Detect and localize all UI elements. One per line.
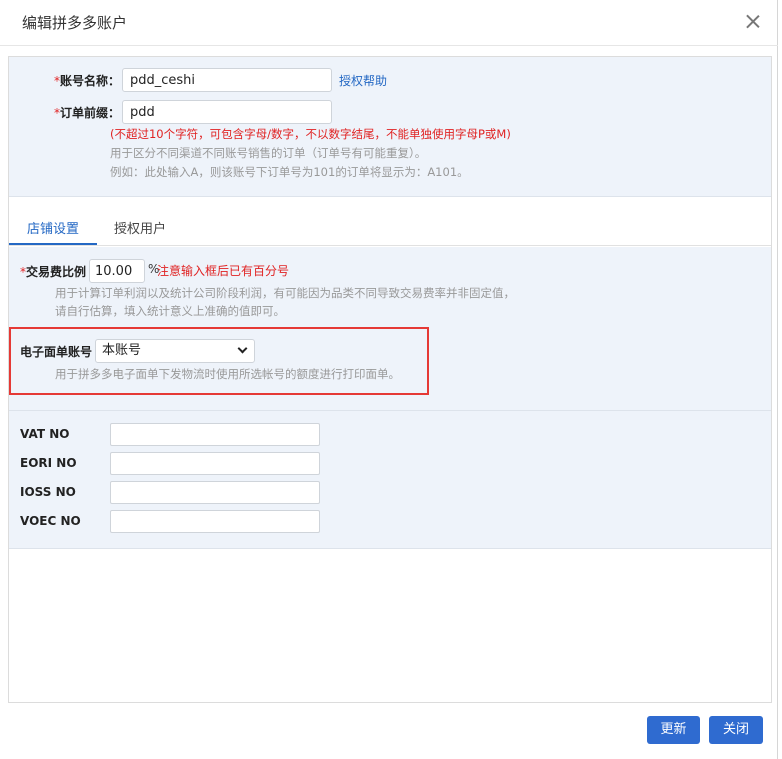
chevron-down-icon	[237, 343, 248, 354]
eorder-account-label: 电子面单账号	[20, 345, 93, 359]
dialog-body: *账号名称： 授权帮助 *订单前缀： (不超过10个字符，可包含字母/数字，不以…	[8, 56, 772, 703]
fee-hint-text: 用于计算订单利润以及统计公司阶段利润，有可能因为品类不同导致交易费率并非固定值，	[55, 286, 515, 300]
eorder-account-select[interactable]: 本账号	[95, 339, 255, 363]
order-prefix-input[interactable]	[122, 100, 332, 124]
auth-help-link[interactable]: 授权帮助	[339, 72, 387, 89]
fee-ratio-label: *交易费比例	[20, 265, 87, 279]
close-button[interactable]: 关闭	[709, 716, 763, 744]
account-name-label: *账号名称：	[54, 74, 121, 88]
vat-no-label: VAT NO	[20, 427, 70, 441]
eorder-account-selected: 本账号	[102, 343, 142, 358]
dialog-header: 编辑拼多多账户	[0, 0, 778, 46]
fee-ratio-input[interactable]	[89, 259, 145, 283]
tab-shop-settings[interactable]: 店铺设置	[27, 218, 79, 237]
fee-warning-text: 注意输入框后已有百分号	[157, 264, 290, 278]
account-info-panel: *账号名称： 授权帮助 *订单前缀： (不超过10个字符，可包含字母/数字，不以…	[9, 57, 771, 197]
close-icon[interactable]	[744, 12, 762, 32]
tab-authorized-users[interactable]: 授权用户	[114, 218, 166, 237]
eori-no-label: EORI NO	[20, 456, 77, 470]
eori-no-input[interactable]	[110, 452, 320, 475]
voec-no-input[interactable]	[110, 510, 320, 533]
prefix-rule-text: (不超过10个字符，可包含字母/数字，不以数字结尾，不能单独使用字母P或M)	[110, 127, 511, 141]
order-prefix-label: *订单前缀：	[54, 106, 121, 120]
tax-id-panel: VAT NO EORI NO IOSS NO VOEC NO	[9, 411, 771, 549]
update-button[interactable]: 更新	[647, 716, 700, 744]
eorder-hint-text: 用于拼多多电子面单下发物流时使用所选帐号的额度进行打印面单。	[55, 367, 400, 381]
settings-tabs: 店铺设置 授权用户	[9, 210, 771, 246]
ioss-no-label: IOSS NO	[20, 485, 76, 499]
edit-account-dialog: 编辑拼多多账户 *账号名称： 授权帮助 *订单前缀： (不超过10个字符，可包含…	[0, 0, 778, 759]
shop-settings-panel: *交易费比例 % 注意输入框后已有百分号 用于计算订单利润以及统计公司阶段利润，…	[9, 247, 771, 411]
vat-no-input[interactable]	[110, 423, 320, 446]
ioss-no-input[interactable]	[110, 481, 320, 504]
account-name-input[interactable]	[122, 68, 332, 92]
fee-hint-text-2: 请自行估算，填入统计意义上准确的值即可。	[55, 304, 285, 318]
voec-no-label: VOEC NO	[20, 514, 81, 528]
prefix-hint-text: 用于区分不同渠道不同账号销售的订单（订单号有可能重复）。	[110, 146, 427, 160]
dialog-title: 编辑拼多多账户	[22, 14, 128, 32]
prefix-example-text: 例如：此处输入A，则该账号下订单号为101的订单将显示为：A101。	[110, 165, 469, 179]
active-tab-indicator	[9, 243, 97, 245]
